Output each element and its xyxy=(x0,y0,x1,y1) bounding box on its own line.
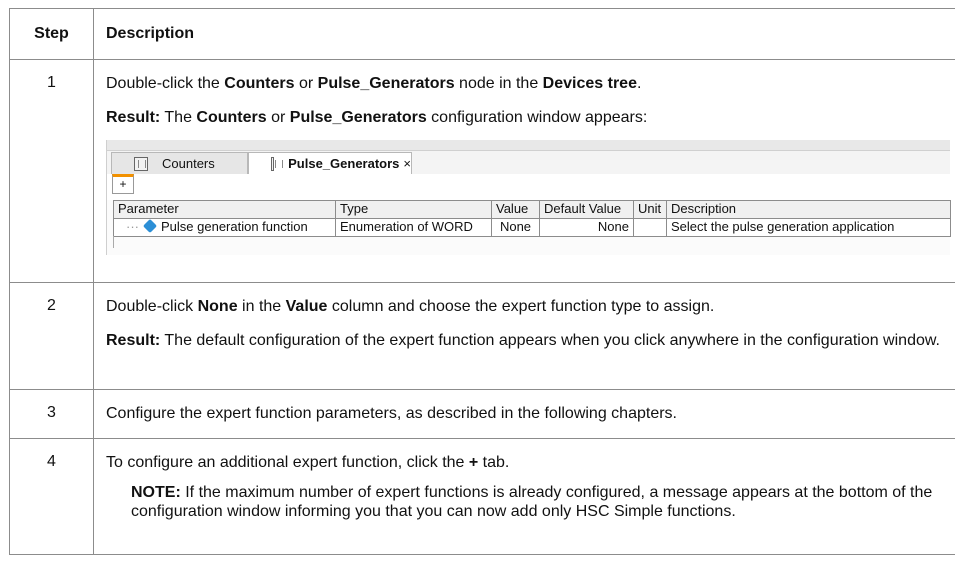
device-config-icon xyxy=(271,156,284,171)
step-description: Double-click None in the Value column an… xyxy=(93,282,955,390)
tree-connector: ··· xyxy=(126,219,139,235)
tab-counters[interactable]: Counters xyxy=(111,152,248,174)
header-description: Description xyxy=(93,8,955,60)
step2-instruction: Double-click None in the Value column an… xyxy=(106,298,715,315)
step-number: 1 xyxy=(9,59,94,283)
step-description: Configure the expert function parameters… xyxy=(93,389,955,439)
table-row[interactable]: ··· Pulse generation function Enumeration… xyxy=(113,218,951,237)
value-cell[interactable]: None xyxy=(491,218,540,237)
procedure-document: Step Description 1 Double-click the Coun… xyxy=(9,8,955,555)
step1-result: Result: The Counters or Pulse_Generators… xyxy=(106,109,648,126)
unit-cell xyxy=(633,218,667,237)
step-description: To configure an additional expert functi… xyxy=(93,438,955,555)
tab-label: Pulse_Generators xyxy=(288,155,400,171)
header-step: Step xyxy=(9,8,94,60)
note-block: NOTE: If the maximum number of expert fu… xyxy=(131,484,933,520)
configuration-window-screenshot: Counters Pulse_Generators × + Parameter … xyxy=(106,140,951,255)
grid-scroll-edge xyxy=(113,236,116,248)
step-number: 4 xyxy=(9,438,94,555)
step-row-4: 4 To configure an additional expert func… xyxy=(9,438,955,555)
add-function-tab[interactable]: + xyxy=(112,174,134,194)
parameter-icon xyxy=(142,219,158,234)
step2-result: Result: The default configuration of the… xyxy=(106,332,940,349)
step-number: 3 xyxy=(9,389,94,439)
column-header: Unit xyxy=(633,200,667,219)
table-header-row: Step Description xyxy=(9,8,955,60)
step-row-1: 1 Double-click the Counters or Pulse_Gen… xyxy=(9,59,955,283)
column-header: Type xyxy=(335,200,492,219)
step3-instruction: Configure the expert function parameters… xyxy=(106,405,677,422)
description-cell: Select the pulse generation application xyxy=(666,218,951,237)
step-description: Double-click the Counters or Pulse_Gener… xyxy=(93,59,955,283)
device-config-icon xyxy=(134,156,148,171)
parameter-grid: Parameter Type Value Default Value Unit … xyxy=(113,200,951,237)
steps-table: Step Description 1 Double-click the Coun… xyxy=(9,8,955,555)
column-header: Value xyxy=(491,200,540,219)
default-value-cell: None xyxy=(539,218,634,237)
column-header: Default Value xyxy=(539,200,634,219)
step-row-3: 3 Configure the expert function paramete… xyxy=(9,389,955,439)
editor-tab-strip: Counters Pulse_Generators × xyxy=(107,151,950,175)
column-header: Parameter xyxy=(113,200,336,219)
function-tab-row: + xyxy=(107,174,950,200)
step-number: 2 xyxy=(9,282,94,390)
step-row-2: 2 Double-click None in the Value column … xyxy=(9,282,955,390)
grid-header-row: Parameter Type Value Default Value Unit … xyxy=(113,200,951,219)
close-icon[interactable]: × xyxy=(403,154,411,174)
type-cell: Enumeration of WORD xyxy=(335,218,492,237)
window-top-bar xyxy=(107,140,950,151)
tab-label: Counters xyxy=(162,155,215,171)
parameter-cell: ··· Pulse generation function xyxy=(113,218,336,237)
column-header: Description xyxy=(666,200,951,219)
tab-pulse-generators[interactable]: Pulse_Generators × xyxy=(248,152,412,174)
step4-instruction: To configure an additional expert functi… xyxy=(106,454,510,471)
step1-instruction: Double-click the Counters or Pulse_Gener… xyxy=(106,75,642,92)
